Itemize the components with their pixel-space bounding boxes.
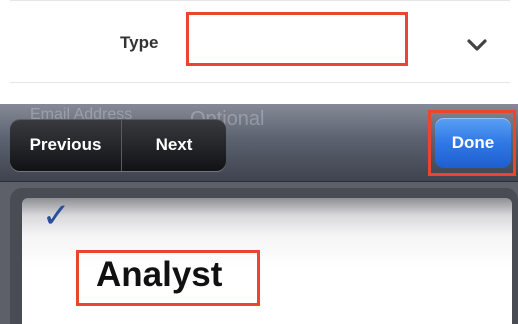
previous-button[interactable]: Previous [10,119,121,171]
chevron-down-icon[interactable] [467,38,487,52]
type-input[interactable] [186,12,408,66]
keyboard-toolbar: Email Address Optional Previous Next Don… [0,104,518,182]
top-divider [10,0,510,1]
form-area: Type [0,0,518,104]
picker-overlay: Email Address Optional Previous Next Don… [0,104,518,324]
row-divider [10,82,510,83]
next-button[interactable]: Next [122,119,226,171]
type-label: Type [120,33,159,52]
picker-option-analyst[interactable]: Analyst [96,255,222,295]
checkmark-icon: ✓ [42,196,71,236]
prev-next-segmented-control: Previous Next [10,119,226,171]
done-button[interactable]: Done [435,118,511,168]
